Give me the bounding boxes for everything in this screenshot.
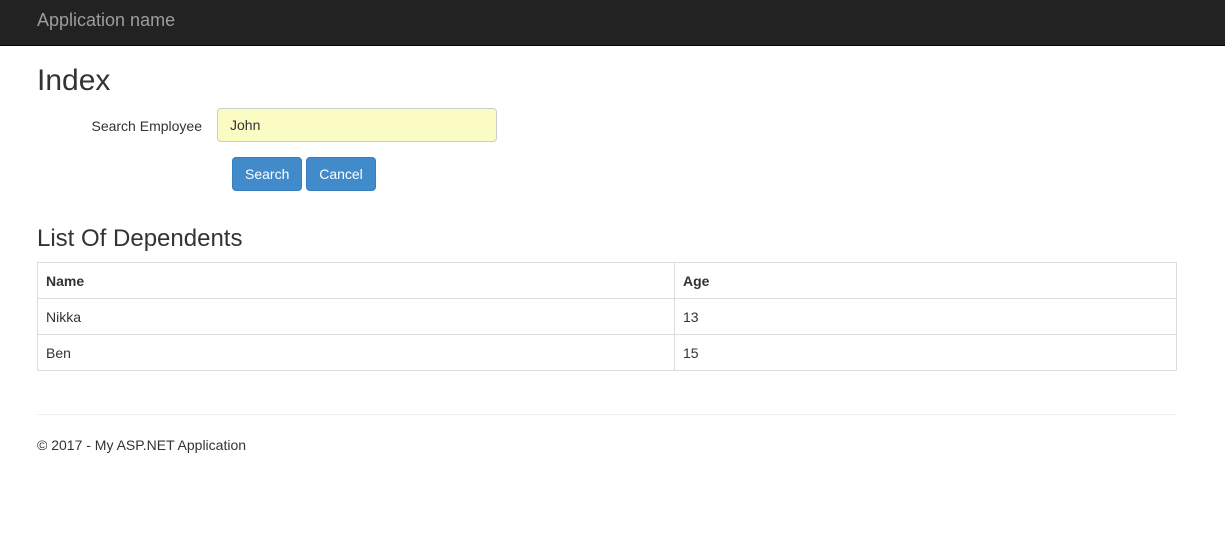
dependent-age-cell: 15 <box>674 334 1177 371</box>
dependents-table: Name Age Nikka 13 Ben 15 <box>37 262 1177 371</box>
dependent-name-cell: Nikka <box>37 298 675 335</box>
brand-link[interactable]: Application name <box>37 10 175 31</box>
dependent-age-cell: 13 <box>674 298 1177 335</box>
search-employee-input[interactable] <box>217 108 497 142</box>
dependent-name-cell: Ben <box>37 334 675 371</box>
dependents-section-title: List Of Dependents <box>37 225 243 252</box>
table-header-row: Name Age <box>37 262 1177 299</box>
column-header-age: Age <box>674 262 1177 299</box>
column-header-name: Name <box>37 262 675 299</box>
cancel-button[interactable]: Cancel <box>306 157 376 191</box>
top-navbar: Application name <box>0 0 1225 46</box>
table-row: Ben 15 <box>37 334 1177 371</box>
footer-copyright: © 2017 - My ASP.NET Application <box>37 437 247 453</box>
page-title: Index <box>37 64 111 97</box>
search-employee-label: Search Employee <box>91 118 202 134</box>
table-row: Nikka 13 <box>37 298 1177 335</box>
footer-divider <box>37 414 1177 415</box>
search-button[interactable]: Search <box>232 157 302 191</box>
